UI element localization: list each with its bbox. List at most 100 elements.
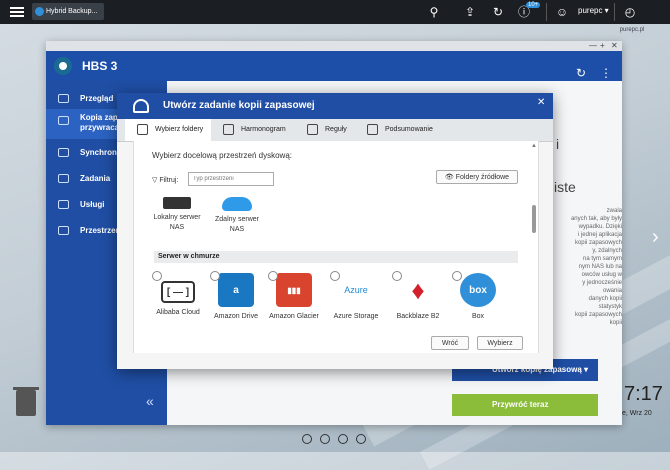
user-icon[interactable]: ☺ (554, 4, 570, 20)
upload-icon[interactable]: ⇪ (462, 4, 478, 20)
clipboard-icon (367, 124, 378, 135)
nas-server-icon (163, 197, 191, 209)
overview-description-line: danych kopii (588, 296, 622, 302)
filter-input[interactable] (188, 172, 274, 186)
hbs-logo-icon (54, 57, 72, 75)
overview-description-line: owców usług w (581, 272, 622, 278)
taskbar-tab-hybrid-backup[interactable]: Hybrid Backup... (32, 3, 104, 20)
step-summary[interactable]: Podsumowanie (367, 119, 433, 141)
search-icon[interactable]: ⚲ (426, 4, 442, 20)
filter-label: ▽ Filtruj: (152, 177, 179, 184)
sliders-icon (307, 124, 318, 135)
bottom-dock (302, 434, 372, 446)
overview-description-line: zwala (606, 208, 622, 214)
select-button[interactable]: Wybierz (477, 336, 523, 350)
calendar-icon (223, 124, 234, 135)
maximize-icon[interactable]: + (600, 41, 605, 51)
backblaze-icon: ♦ (400, 273, 436, 307)
hbs-app-icon (35, 7, 44, 16)
close-icon[interactable]: ✕ (537, 97, 545, 108)
trash-icon[interactable] (13, 387, 39, 416)
overview-description-line: y, zdalnych (592, 248, 622, 254)
close-icon[interactable]: ✕ (611, 41, 618, 51)
more-icon[interactable]: ⋮ (600, 66, 612, 80)
dock-icon[interactable] (338, 434, 348, 444)
chevron-right-icon[interactable]: › (652, 226, 659, 249)
gauge-icon (58, 94, 69, 103)
cloud-option-amazon-drive[interactable]: a Amazon Drive (206, 269, 266, 320)
chevron-down-icon: ▾ (584, 365, 589, 374)
services-icon (58, 200, 69, 209)
radio-button[interactable] (392, 271, 402, 281)
cloud-option-azure[interactable]: Azure Azure Storage (326, 269, 386, 320)
create-backup-job-dialog: Utwórz zadanie kopii zapasowej ✕ Wybierz… (117, 93, 553, 369)
overview-description-line: y jednocześnie (582, 280, 622, 286)
app-title: HBS 3 (82, 59, 118, 73)
refresh-icon[interactable]: ↻ (576, 66, 586, 80)
dialog-body: Wybierz docelową przestrzeń dyskową: ▽ F… (133, 141, 539, 353)
overview-description-line: owania (602, 288, 622, 294)
step-schedule[interactable]: Harmonogram (223, 119, 286, 141)
menu-icon[interactable] (10, 5, 24, 19)
dock-icon[interactable] (356, 434, 366, 444)
taskbar-divider (614, 3, 615, 21)
radio-button[interactable] (210, 271, 220, 281)
radio-button[interactable] (452, 271, 462, 281)
overview-description-line: i jednej aplikacja (577, 232, 622, 238)
step-select-folders[interactable]: Wybierz foldery (125, 119, 211, 141)
remote-nas-icon (222, 197, 252, 211)
dashboard-icon[interactable]: ◴ (622, 4, 638, 20)
overview-description-line: nym NAS lub na (578, 264, 622, 270)
box-icon: box (460, 273, 496, 307)
overview-description-line: anych tak, aby były (570, 216, 622, 222)
source-folders-button[interactable]: 👁 Foldery źródłowe (436, 170, 518, 184)
cloud-option-amazon-glacier[interactable]: ▮▮▮ Amazon Glacier (264, 269, 324, 320)
overview-description-line: wypadku. Dzięki (578, 224, 622, 230)
overview-description-line: kopii zapasowych (574, 312, 622, 318)
cloud-section-header: Serwer w chmurze (154, 251, 518, 263)
minimize-icon[interactable]: — (589, 41, 597, 51)
cloud-option-backblaze[interactable]: ♦ Backblaze B2 (388, 269, 448, 320)
taskbar: Hybrid Backup... ⚲ ⇪ ↻ ⓘ 10+ ☺ purepc ▾ … (0, 0, 670, 24)
sync-icon[interactable]: ↻ (490, 4, 506, 20)
remote-nas-option[interactable]: Zdalny serwer NAS (212, 197, 262, 235)
overview-subheading-fragment: iste (554, 179, 576, 195)
destination-prompt: Wybierz docelową przestrzeń dyskową: (152, 151, 292, 160)
step-rules[interactable]: Reguły (307, 119, 347, 141)
dock-icon[interactable] (320, 434, 330, 444)
overview-heading-fragment: i (556, 136, 560, 152)
user-menu[interactable]: purepc ▾ (578, 6, 609, 15)
collapse-sidebar-icon[interactable]: « (146, 393, 154, 409)
dialog-header: Utwórz zadanie kopii zapasowej ✕ (117, 93, 553, 119)
radio-button[interactable] (330, 271, 340, 281)
alibaba-cloud-icon: [ — ] (161, 281, 195, 303)
radio-button[interactable] (152, 271, 162, 281)
window-controls: — + ✕ (46, 41, 622, 51)
sync-icon (58, 148, 69, 157)
overview-description-line: kopii zapasowych (574, 240, 622, 246)
radio-button[interactable] (268, 271, 278, 281)
overview-description-line: statystyk (598, 304, 622, 310)
folders-icon (137, 124, 148, 135)
dock-icon[interactable] (302, 434, 312, 444)
overview-description-line: kopii (609, 320, 622, 326)
local-nas-option[interactable]: Lokalny serwer NAS (152, 197, 202, 233)
cloud-option-box[interactable]: box Box (448, 269, 508, 320)
wizard-steps: Wybierz foldery Harmonogram Reguły Podsu… (117, 119, 553, 142)
hbs-titlebar: HBS 3 ↻ ⋮ (46, 51, 622, 81)
watermark: purepc.pl (619, 27, 645, 33)
notification-badge: 10+ (526, 2, 541, 8)
taskbar-tab-label: Hybrid Backup... (46, 8, 98, 15)
taskbar-divider (546, 3, 547, 21)
back-button[interactable]: Wróć (431, 336, 469, 350)
scroll-up-arrow[interactable]: ▲ (531, 143, 537, 149)
cloud-option-alibaba[interactable]: [ — ] Alibaba Cloud (148, 269, 208, 316)
amazon-glacier-icon: ▮▮▮ (276, 273, 312, 307)
backup-job-icon (133, 99, 149, 113)
scrollbar-thumb[interactable] (532, 205, 536, 233)
widget-clock: 7:17 (624, 383, 663, 405)
restore-now-button[interactable]: Przywróć teraz (452, 394, 598, 416)
jobs-icon (58, 174, 69, 183)
overview-description-line: na tym samym (582, 256, 622, 262)
azure-storage-icon: Azure (338, 273, 374, 307)
